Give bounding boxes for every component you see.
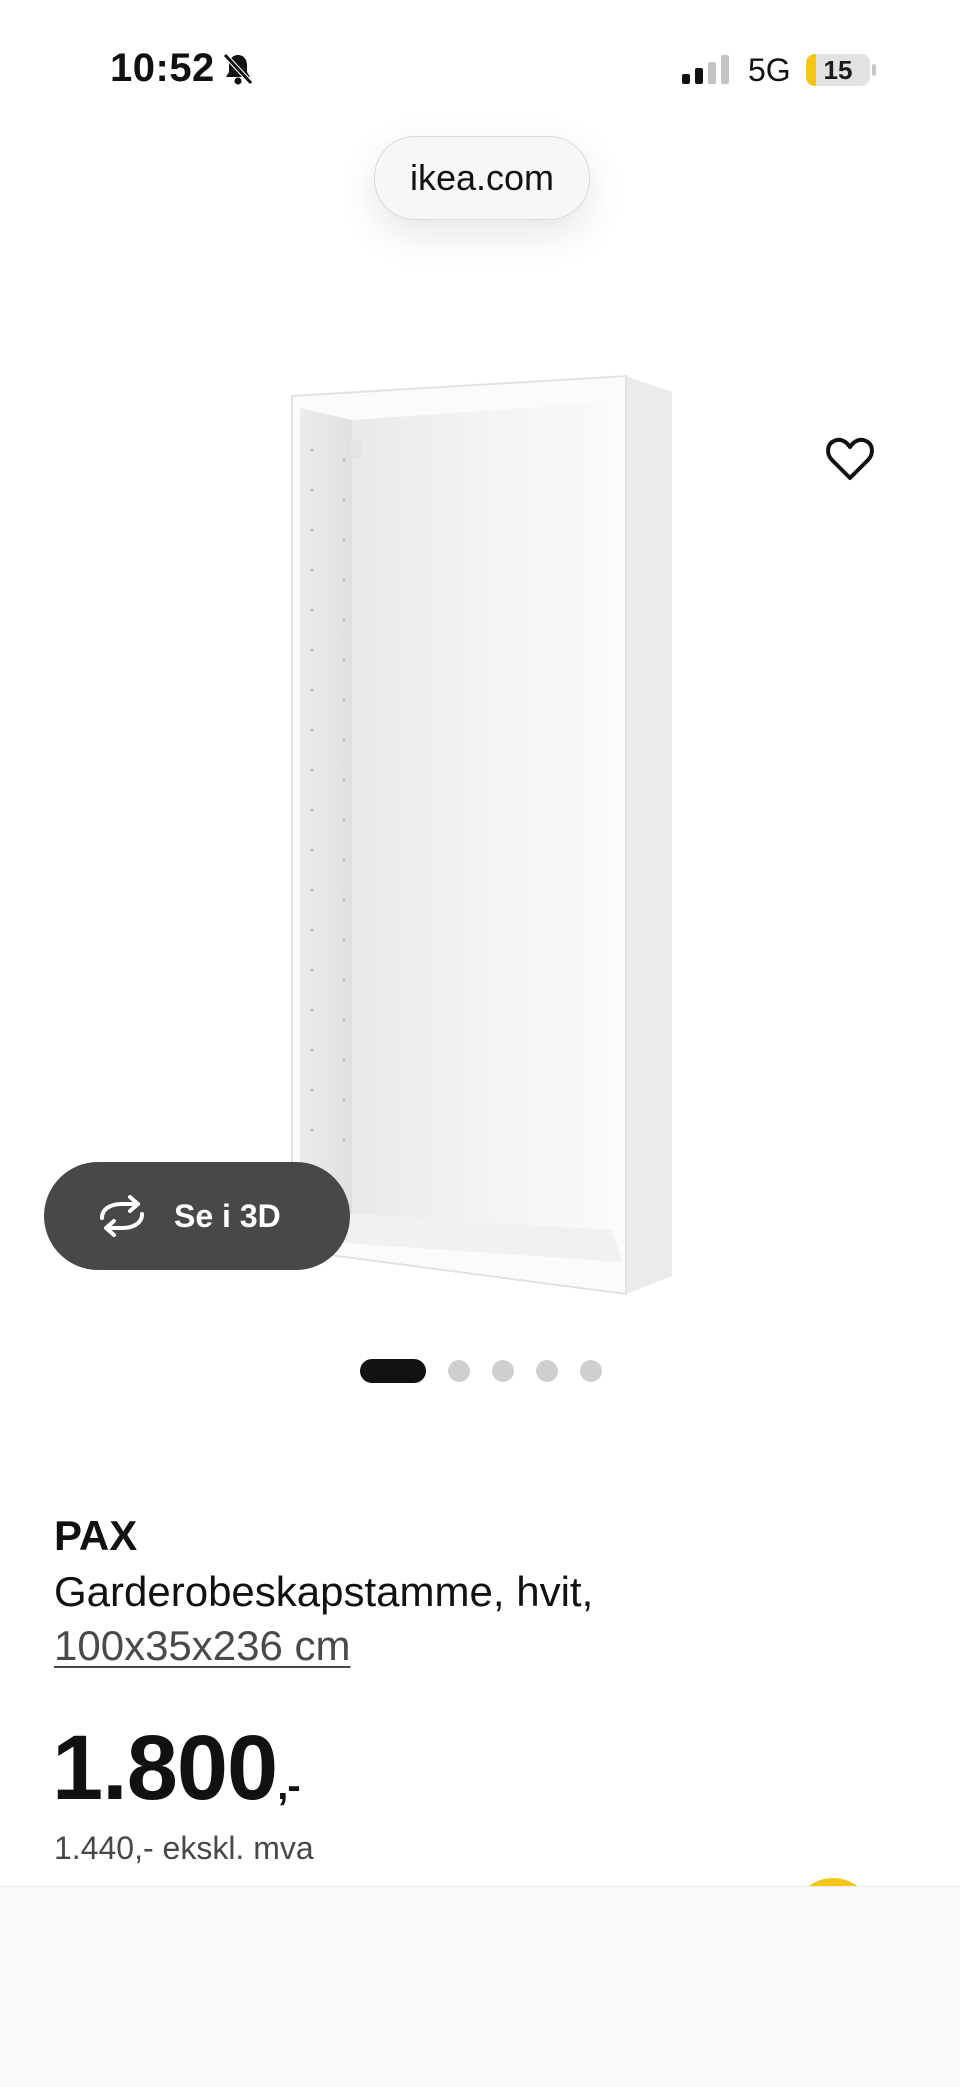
url-bar[interactable]: ikea.com: [374, 136, 590, 220]
wishlist-heart-icon[interactable]: [822, 430, 878, 486]
pagination-dot[interactable]: [492, 1360, 514, 1382]
bottom-panel: [0, 1886, 960, 2087]
status-bar: 10:52 5G 15: [0, 0, 960, 110]
battery-tip: [872, 64, 876, 76]
product-brand: PAX: [54, 1512, 138, 1559]
signal-icon: [682, 55, 729, 84]
rotate-3d-icon: [100, 1195, 144, 1237]
pagination-dot[interactable]: [580, 1360, 602, 1382]
network-type: 5G: [748, 52, 791, 88]
price-suffix: ,-: [277, 1764, 300, 1808]
pagination-dot[interactable]: [536, 1360, 558, 1382]
pagination-dot[interactable]: [448, 1360, 470, 1382]
pagination-dot[interactable]: [360, 1359, 426, 1383]
status-time: 10:52: [110, 46, 215, 90]
product-description: Garderobeskapstamme, hvit,: [54, 1568, 594, 1615]
price-excl-vat: 1.440,- ekskl. mva: [54, 1830, 314, 1866]
battery-icon: 15: [806, 54, 870, 86]
product-size-link[interactable]: 100x35x236 cm: [54, 1622, 351, 1670]
view-in-3d-button[interactable]: Se i 3D: [44, 1162, 350, 1270]
view-in-3d-label: Se i 3D: [174, 1198, 281, 1234]
battery-level: 15: [823, 55, 853, 85]
product-price: 1.800,-: [52, 1716, 301, 1821]
bell-muted-icon: [223, 53, 253, 85]
price-amount: 1.800: [52, 1717, 278, 1819]
